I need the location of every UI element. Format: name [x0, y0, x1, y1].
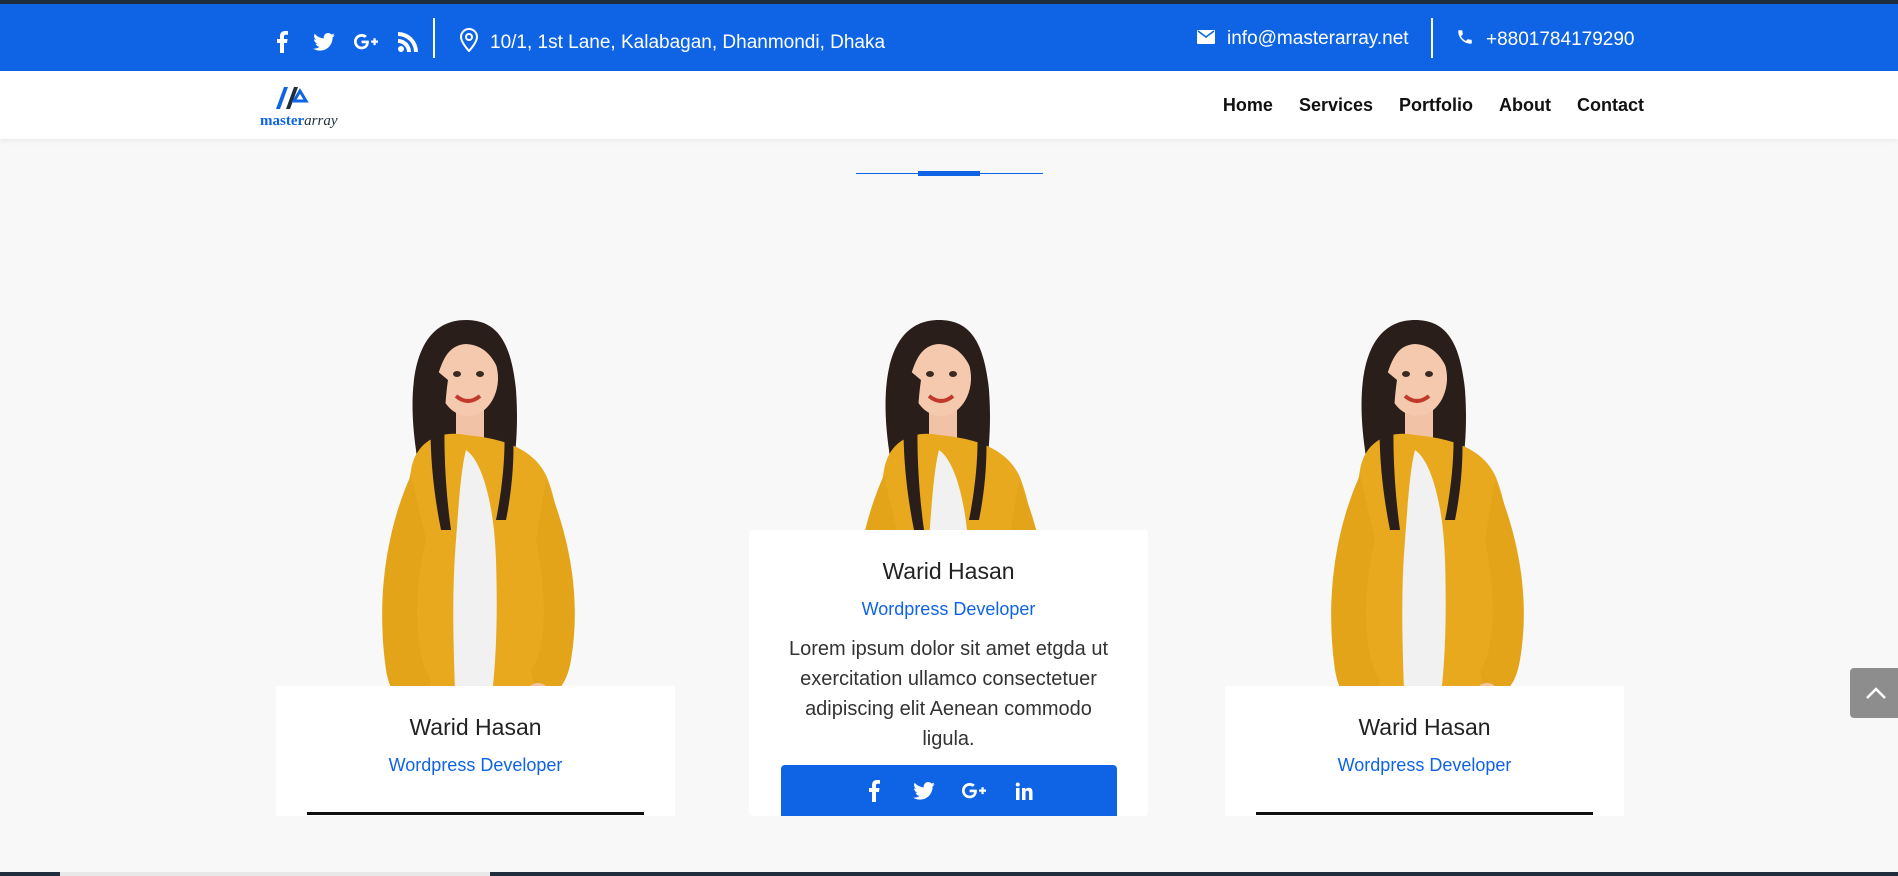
member-description: Lorem ipsum dolor sit amet etgda ut exer…	[788, 638, 1109, 750]
member-name: Warid Hasan	[409, 714, 542, 740]
twitter-icon[interactable]	[912, 779, 936, 803]
linkedin-icon[interactable]	[1012, 779, 1036, 803]
primary-nav: Home Services Portfolio About Contact	[1223, 95, 1644, 116]
logo-word-secondary: array	[304, 113, 338, 129]
topbar-divider	[433, 18, 435, 58]
team-card-body: Warid Hasan Wordpress Developer	[276, 686, 675, 816]
team-card-body: Warid Hasan Wordpress Developer	[1225, 686, 1624, 816]
phone-icon	[1456, 28, 1474, 52]
divider-accent	[918, 171, 980, 176]
facebook-icon[interactable]	[270, 30, 294, 54]
google-plus-icon[interactable]	[962, 779, 986, 803]
rss-icon[interactable]	[396, 30, 420, 54]
nav-portfolio[interactable]: Portfolio	[1399, 95, 1473, 116]
section-title-divider	[856, 171, 1043, 177]
site-logo[interactable]: masterarray	[260, 79, 356, 135]
logo-word-primary: master	[260, 113, 305, 129]
address: 10/1, 1st Lane, Kalabagan, Dhanmondi, Dh…	[459, 27, 886, 58]
member-name: Warid Hasan	[1358, 714, 1491, 740]
topbar-divider	[1431, 18, 1433, 58]
email-contact[interactable]: info@masterarray.net	[1197, 28, 1409, 50]
card-bottom-bar	[1256, 812, 1593, 815]
phone-text[interactable]: +8801784179290	[1486, 29, 1634, 51]
team-member-photo	[1225, 300, 1624, 686]
page-bottom-edge	[0, 872, 1898, 876]
logo-wordmark: masterarray	[260, 113, 338, 130]
envelope-icon	[1197, 28, 1215, 50]
nav-about[interactable]: About	[1499, 95, 1551, 116]
nav-contact[interactable]: Contact	[1577, 95, 1644, 116]
facebook-icon[interactable]	[862, 779, 886, 803]
top-social-links	[270, 30, 420, 54]
member-name: Warid Hasan	[882, 558, 1015, 584]
main-navbar: masterarray Home Services Portfolio Abou…	[0, 71, 1898, 139]
scroll-to-top-button[interactable]	[1850, 668, 1898, 718]
email-text[interactable]: info@masterarray.net	[1227, 28, 1409, 50]
twitter-icon[interactable]	[312, 30, 336, 54]
nav-home[interactable]: Home	[1223, 95, 1273, 116]
member-social-bar	[781, 765, 1117, 816]
google-plus-icon[interactable]	[354, 30, 378, 54]
scroll-indicator	[60, 872, 490, 876]
chevron-up-icon	[1866, 687, 1886, 699]
team-member-photo	[276, 300, 675, 686]
member-role: Wordpress Developer	[861, 599, 1036, 619]
phone-contact[interactable]: +8801784179290	[1456, 28, 1634, 52]
map-pin-icon	[459, 27, 479, 58]
address-text: 10/1, 1st Lane, Kalabagan, Dhanmondi, Dh…	[490, 32, 886, 53]
member-role: Wordpress Developer	[388, 755, 563, 775]
top-contact-bar: 10/1, 1st Lane, Kalabagan, Dhanmondi, Dh…	[0, 0, 1898, 71]
nav-services[interactable]: Services	[1299, 95, 1373, 116]
team-member-photo	[749, 300, 1148, 530]
card-bottom-bar	[307, 812, 644, 815]
member-role: Wordpress Developer	[1337, 755, 1512, 775]
